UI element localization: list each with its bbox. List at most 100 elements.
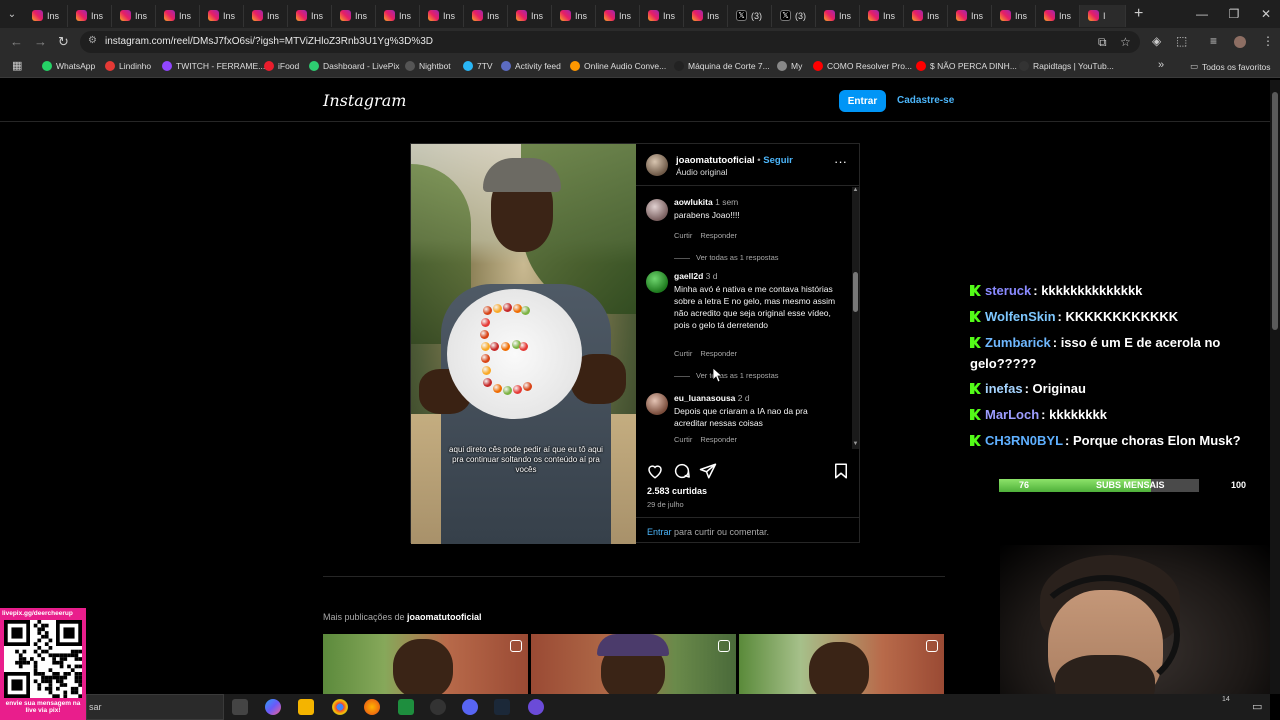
- login-link[interactable]: Entrar: [647, 527, 672, 537]
- comment-avatar[interactable]: [646, 199, 668, 221]
- browser-tab[interactable]: Ins: [376, 4, 420, 27]
- author-avatar[interactable]: [646, 154, 668, 176]
- firefox-icon[interactable]: [364, 699, 380, 715]
- comment-avatar[interactable]: [646, 393, 668, 415]
- comments-scrollbar-thumb[interactable]: [853, 272, 858, 312]
- profile-avatar[interactable]: [1234, 36, 1246, 48]
- bookmark-item[interactable]: Lindinho: [105, 61, 151, 71]
- comment-username[interactable]: eu_luanasousa: [674, 393, 735, 403]
- browser-tab[interactable]: Ins: [596, 4, 640, 27]
- taskbar-search[interactable]: sar: [86, 694, 224, 720]
- browser-tab[interactable]: Ins: [684, 4, 728, 27]
- browser-tab[interactable]: Ins: [112, 4, 156, 27]
- scroll-up-icon[interactable]: ▲: [852, 187, 859, 193]
- comments-list[interactable]: aowlukita 1 sem parabens Joao!!!! Curtir…: [636, 187, 851, 449]
- browser-tab[interactable]: Ins: [464, 4, 508, 27]
- comment-like-button[interactable]: Curtir: [674, 435, 692, 444]
- app-icon[interactable]: [528, 699, 544, 715]
- more-options-icon[interactable]: ···: [834, 154, 847, 169]
- view-replies-button[interactable]: Ver todas as 1 respostas: [674, 253, 779, 262]
- apps-grid-icon[interactable]: ▦: [12, 59, 22, 72]
- scroll-down-icon[interactable]: ▼: [852, 441, 859, 447]
- like-heart-icon[interactable]: [646, 462, 664, 480]
- media-control-icon[interactable]: ≡: [1210, 34, 1217, 48]
- browser-tab[interactable]: 𝕏 (3): [728, 4, 772, 27]
- comment-reply-button[interactable]: Responder: [700, 349, 737, 358]
- discord-icon[interactable]: [462, 699, 478, 715]
- bookmark-item[interactable]: COMO Resolver Pro...: [813, 61, 912, 71]
- bookmark-item[interactable]: WhatsApp: [42, 61, 95, 71]
- install-app-icon[interactable]: ⧉: [1098, 35, 1107, 50]
- bookmark-item[interactable]: Nightbot: [405, 61, 451, 71]
- browser-tab[interactable]: Ins: [420, 4, 464, 27]
- close-window-icon[interactable]: ✕: [1250, 0, 1280, 28]
- copilot-icon[interactable]: [265, 699, 281, 715]
- extensions-puzzle-icon[interactable]: ⬚: [1176, 34, 1187, 48]
- comments-scrollbar[interactable]: ▲ ▼: [852, 187, 859, 449]
- bookmark-item[interactable]: iFood: [264, 61, 299, 71]
- site-info-icon[interactable]: ⚙: [88, 35, 97, 46]
- more-bookmarks-icon[interactable]: »: [1158, 59, 1164, 71]
- audio-label[interactable]: Áudio original: [676, 167, 728, 177]
- browser-tab[interactable]: 𝕏 (3): [772, 4, 816, 27]
- comment-like-button[interactable]: Curtir: [674, 231, 692, 240]
- minimize-icon[interactable]: —: [1186, 0, 1218, 28]
- tab-search-icon[interactable]: ⌄: [0, 0, 24, 28]
- browser-tab[interactable]: Ins: [948, 4, 992, 27]
- page-scrollbar-thumb[interactable]: [1272, 92, 1278, 330]
- browser-tab[interactable]: Ins: [640, 4, 684, 27]
- file-explorer-icon[interactable]: [298, 699, 314, 715]
- browser-tab[interactable]: Ins: [904, 4, 948, 27]
- comment-reply-button[interactable]: Responder: [700, 231, 737, 240]
- bookmark-item[interactable]: My: [777, 61, 802, 71]
- browser-tab[interactable]: Ins: [552, 4, 596, 27]
- share-send-icon[interactable]: [699, 462, 717, 480]
- new-tab-button[interactable]: +: [1134, 5, 1143, 23]
- forward-icon[interactable]: →: [34, 34, 47, 49]
- follow-button[interactable]: Seguir: [763, 155, 793, 166]
- reload-icon[interactable]: ↻: [58, 34, 69, 50]
- browser-tab[interactable]: I: [1080, 4, 1126, 27]
- browser-tab[interactable]: Ins: [816, 4, 860, 27]
- browser-menu-icon[interactable]: ⋮: [1262, 34, 1274, 48]
- save-bookmark-icon[interactable]: [832, 462, 850, 480]
- bookmark-item[interactable]: $ NÃO PERCA DINH...: [916, 61, 1017, 71]
- steam-icon[interactable]: [494, 699, 510, 715]
- comment-bubble-icon[interactable]: [673, 462, 691, 480]
- browser-tab[interactable]: Ins: [332, 4, 376, 27]
- reel-video[interactable]: aqui direto cês pode pedir aí que eu tô …: [411, 144, 636, 544]
- obs-icon[interactable]: [430, 699, 446, 715]
- task-view-icon[interactable]: [232, 699, 248, 715]
- browser-tab[interactable]: Ins: [68, 4, 112, 27]
- address-bar[interactable]: ⚙ instagram.com/reel/DMsJ7fxO6si/?igsh=M…: [80, 31, 1140, 53]
- all-bookmarks-folder[interactable]: ▭ Todos os favoritos: [1190, 61, 1271, 72]
- notifications-icon[interactable]: ▭: [1252, 700, 1262, 713]
- browser-tab[interactable]: Ins: [156, 4, 200, 27]
- more-posts-user[interactable]: joaomatutooficial: [407, 612, 482, 622]
- browser-tab[interactable]: Ins: [244, 4, 288, 27]
- comment-like-button[interactable]: Curtir: [674, 349, 692, 358]
- browser-tab[interactable]: Ins: [860, 4, 904, 27]
- page-scrollbar[interactable]: [1270, 80, 1280, 694]
- signup-link[interactable]: Cadastre-se: [897, 95, 954, 106]
- post-thumbnail[interactable]: [739, 634, 944, 694]
- extension-shield-icon[interactable]: ◈: [1152, 34, 1161, 48]
- bookmark-star-icon[interactable]: ☆: [1120, 35, 1131, 49]
- browser-tab[interactable]: Ins: [1036, 4, 1080, 27]
- post-thumbnail[interactable]: [531, 634, 736, 694]
- restore-icon[interactable]: ❐: [1218, 0, 1250, 28]
- back-icon[interactable]: ←: [10, 34, 23, 49]
- bookmark-item[interactable]: Dashboard - LivePix: [309, 61, 400, 71]
- bookmark-item[interactable]: 7TV: [463, 61, 493, 71]
- browser-tab[interactable]: Ins: [508, 4, 552, 27]
- instagram-logo[interactable]: Instagram: [323, 91, 406, 110]
- browser-tab[interactable]: Ins: [992, 4, 1036, 27]
- comment-username[interactable]: gaell2d: [674, 271, 703, 281]
- comment-avatar[interactable]: [646, 271, 668, 293]
- browser-tab[interactable]: Ins: [24, 4, 68, 27]
- post-thumbnail[interactable]: [323, 634, 528, 694]
- browser-tab[interactable]: Ins: [288, 4, 332, 27]
- chrome-icon[interactable]: [332, 699, 348, 715]
- bookmark-item[interactable]: TWITCH - FERRAME...: [162, 61, 265, 71]
- bookmark-item[interactable]: Rapidtags | YouTub...: [1019, 61, 1114, 71]
